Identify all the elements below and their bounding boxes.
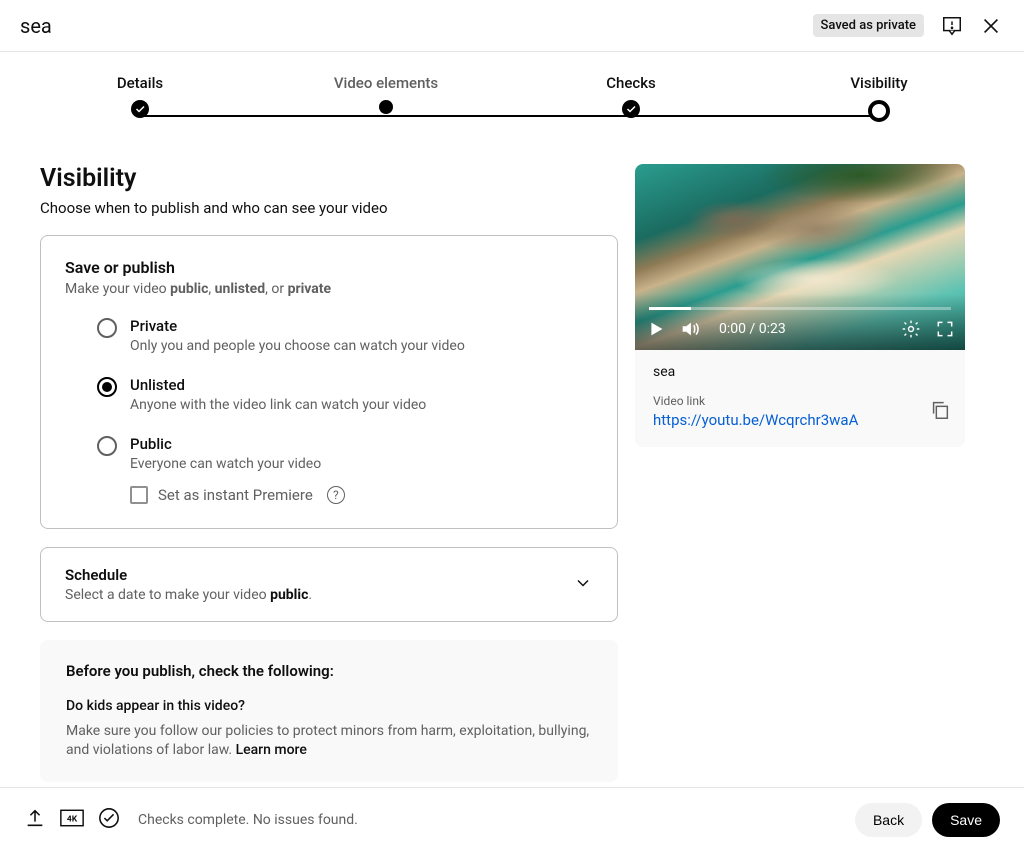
chevron-down-icon bbox=[573, 573, 593, 597]
option-desc: Anyone with the video link can watch you… bbox=[130, 397, 593, 413]
radio-public[interactable] bbox=[97, 436, 117, 456]
option-unlisted[interactable]: Unlisted Anyone with the video link can … bbox=[65, 376, 593, 413]
upload-icon[interactable] bbox=[24, 807, 46, 833]
video-time: 0:00 / 0:23 bbox=[719, 321, 786, 337]
option-desc: Only you and people you choose can watch… bbox=[130, 338, 593, 354]
step-details[interactable]: Details bbox=[113, 74, 167, 118]
fullscreen-icon[interactable] bbox=[935, 319, 955, 339]
step-video-elements[interactable]: Video elements bbox=[326, 74, 446, 114]
heading-visibility: Visibility bbox=[40, 164, 618, 193]
video-link-label: Video link bbox=[653, 394, 947, 408]
copy-icon[interactable] bbox=[929, 399, 951, 425]
before-publish-p1: Make sure you follow our policies to pro… bbox=[66, 722, 592, 760]
step-visibility[interactable]: Visibility bbox=[846, 74, 912, 122]
save-button[interactable]: Save bbox=[932, 803, 1000, 837]
footer-status: Checks complete. No issues found. bbox=[138, 812, 358, 828]
privacy-badge: Saved as private bbox=[813, 14, 924, 37]
help-icon[interactable]: ? bbox=[327, 486, 345, 504]
step-checks[interactable]: Checks bbox=[604, 74, 658, 118]
volume-icon[interactable] bbox=[679, 318, 701, 340]
save-or-publish-card: Save or publish Make your video public, … bbox=[40, 235, 618, 529]
premiere-checkbox[interactable] bbox=[130, 486, 148, 504]
feedback-icon[interactable] bbox=[941, 15, 963, 37]
svg-text:4K: 4K bbox=[67, 814, 78, 824]
radio-unlisted[interactable] bbox=[97, 377, 117, 397]
video-link[interactable]: https://youtu.be/Wcqrchr3waA bbox=[653, 411, 947, 429]
subheading: Choose when to publish and who can see y… bbox=[40, 199, 618, 217]
option-private[interactable]: Private Only you and people you choose c… bbox=[65, 317, 593, 354]
schedule-card[interactable]: Schedule Select a date to make your vide… bbox=[40, 547, 618, 622]
settings-icon[interactable] bbox=[901, 319, 921, 339]
before-publish-q1: Do kids appear in this video? bbox=[66, 698, 592, 714]
card-desc: Make your video public, unlisted, or pri… bbox=[65, 281, 593, 297]
option-desc: Everyone can watch your video bbox=[130, 456, 593, 472]
scrollbar-track[interactable] bbox=[1011, 53, 1024, 786]
option-title: Unlisted bbox=[130, 376, 593, 394]
option-title: Public bbox=[130, 435, 593, 453]
card-title: Save or publish bbox=[65, 258, 593, 277]
preview-video-title: sea bbox=[653, 364, 947, 380]
premiere-label: Set as instant Premiere bbox=[158, 486, 313, 504]
video-thumbnail[interactable]: 0:00 / 0:23 bbox=[635, 164, 965, 350]
video-progress[interactable] bbox=[649, 307, 951, 310]
close-icon[interactable] bbox=[980, 15, 1002, 37]
hd-icon[interactable]: 4K bbox=[60, 808, 84, 832]
stepper: Details Video elements Checks Visibility bbox=[0, 62, 1024, 132]
schedule-title: Schedule bbox=[65, 566, 312, 584]
check-circle-icon[interactable] bbox=[98, 807, 120, 833]
video-preview-card: 0:00 / 0:23 sea Video link https://you bbox=[635, 164, 965, 447]
page-title: sea bbox=[20, 14, 52, 38]
play-icon[interactable] bbox=[645, 318, 667, 340]
before-publish-title: Before you publish, check the following: bbox=[66, 662, 592, 680]
before-publish-card: Before you publish, check the following:… bbox=[40, 640, 618, 782]
back-button[interactable]: Back bbox=[855, 803, 922, 837]
option-public[interactable]: Public Everyone can watch your video Set… bbox=[65, 435, 593, 504]
footer: 4K Checks complete. No issues found. Bac… bbox=[0, 787, 1024, 851]
schedule-desc: Select a date to make your video public. bbox=[65, 587, 312, 603]
learn-more-link[interactable]: Learn more bbox=[236, 742, 307, 758]
radio-private[interactable] bbox=[97, 318, 117, 338]
option-title: Private bbox=[130, 317, 593, 335]
